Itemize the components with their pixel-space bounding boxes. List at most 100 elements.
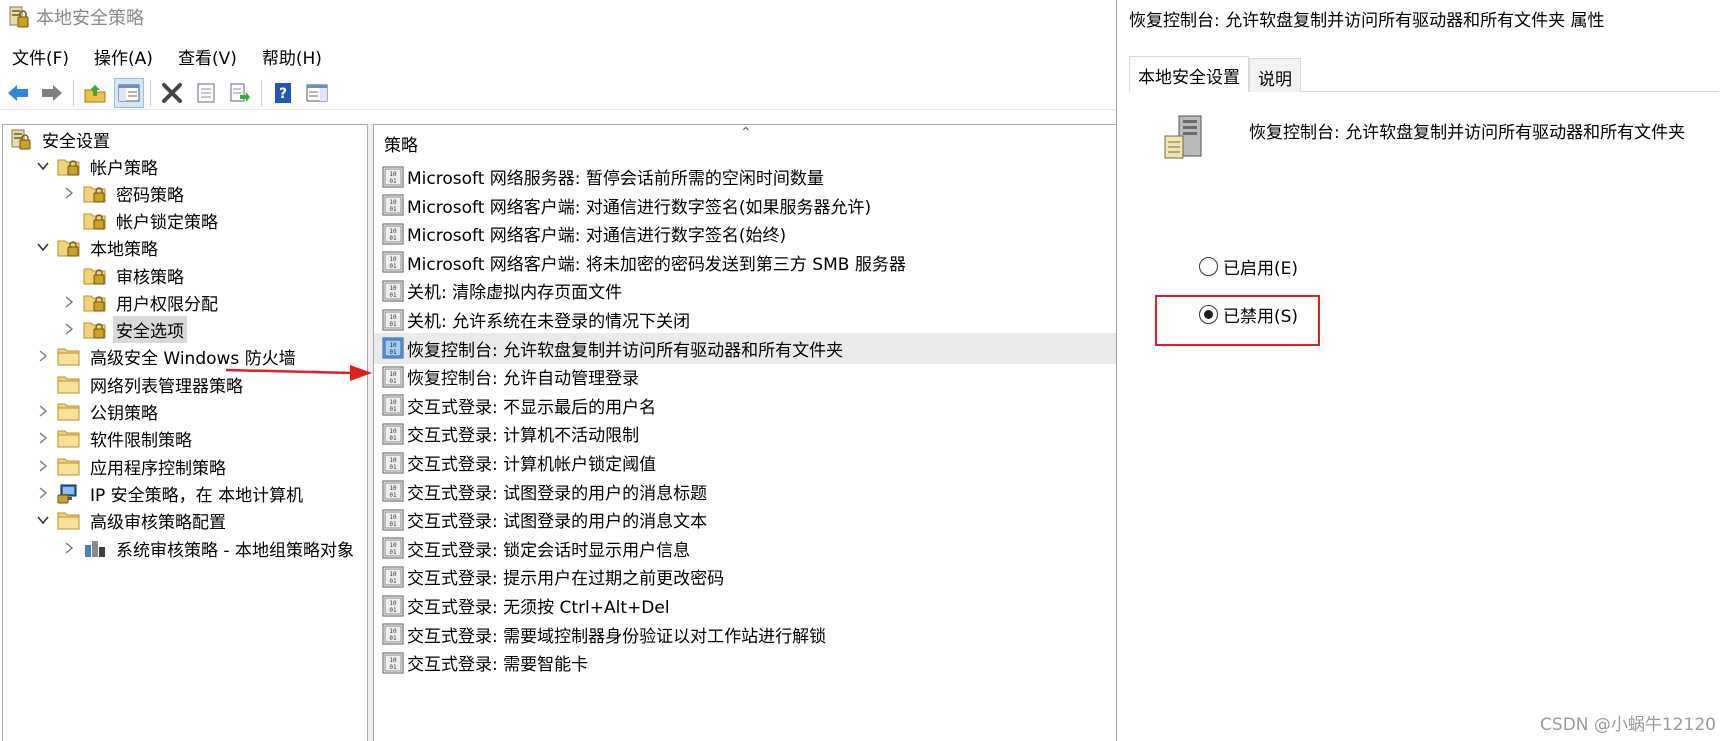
tree-item[interactable]: 本地策略 [35, 233, 161, 261]
policy-row[interactable]: 10 01 交互式登录: 计算机不活动限制 [374, 418, 1117, 449]
help-button[interactable]: ? [268, 78, 298, 108]
policy-row[interactable]: 10 01 Microsoft 网络客户端: 对通信进行数字签名(始终) [374, 218, 1117, 249]
svg-text:10: 10 [389, 285, 397, 292]
policy-row-label: Microsoft 网络客户端: 将未加密的密码发送到第三方 SMB 服务器 [407, 254, 906, 275]
tree-item[interactable]: 帐户策略 [35, 152, 161, 180]
policy-row[interactable]: 10 01 关机: 清除虚拟内存页面文件 [374, 275, 1117, 306]
menu-file[interactable]: 文件(F) [4, 42, 77, 71]
policy-list[interactable]: 策略 ⌃ 10 01 Microsoft 网络服务器: 暂停会话前所需的空闲时间数量… [373, 124, 1117, 741]
security-option-icon: 1001 [382, 623, 404, 645]
enabled-radio[interactable] [1199, 257, 1218, 276]
policy-row[interactable]: 10 01 交互式登录: 需要智能卡 [374, 647, 1117, 678]
security-option-icon: 1001 [382, 652, 404, 674]
tree-item[interactable]: 应用程序控制策略 [35, 452, 229, 480]
console-tree[interactable]: 安全设置 帐户策略密码策略 帐户锁定策略 本地策略审核策略 用户权限分配 安全选项 高级安全… [2, 124, 368, 741]
svg-text:10: 10 [389, 342, 397, 349]
policy-row-label: 交互式登录: 计算机帐户锁定阈值 [407, 455, 657, 475]
svg-text:01: 01 [389, 206, 397, 213]
menu-view[interactable]: 查看(V) [170, 42, 245, 71]
chevron-right-icon[interactable] [61, 185, 77, 201]
svg-text:10: 10 [389, 228, 397, 235]
back-icon [8, 84, 28, 101]
tree-item[interactable]: 网络列表管理器策略 [35, 370, 246, 398]
tree-item-label: 软件限制策略 [90, 430, 192, 451]
policy-row[interactable]: 10 01 恢复控制台: 允许软盘复制并访问所有驱动器和所有文件夹 [374, 332, 1117, 364]
enabled-radio-option[interactable]: 已启用(E) [1199, 254, 1298, 279]
export-list-button[interactable] [225, 78, 255, 108]
menu-help[interactable]: 帮助(H) [254, 42, 330, 71]
svg-text:01: 01 [389, 378, 397, 385]
tab-explain[interactable]: 说明 [1249, 58, 1301, 92]
policy-row[interactable]: 10 01 交互式登录: 无须按 Ctrl+Alt+Del [374, 590, 1117, 621]
tree-item[interactable]: 系统审核策略 - 本地组策略对象 [61, 534, 357, 562]
chevron-right-icon[interactable] [61, 294, 77, 310]
svg-text:01: 01 [389, 178, 397, 185]
tree-item[interactable]: 安全设置 [9, 125, 113, 153]
tree-item[interactable]: 帐户锁定策略 [61, 206, 221, 234]
tree-item[interactable]: 用户权限分配 [61, 288, 221, 316]
policy-row-label: Microsoft 网络客户端: 对通信进行数字签名(始终) [407, 226, 787, 247]
chevron-right-icon[interactable] [61, 540, 77, 556]
chevron-right-icon[interactable] [35, 458, 51, 474]
policy-row[interactable]: 10 01 关机: 允许系统在未登录的情况下关闭 [374, 304, 1117, 335]
chevron-down-icon[interactable] [35, 158, 51, 174]
forward-button[interactable] [37, 78, 67, 108]
policy-row[interactable]: 10 01 交互式登录: 试图登录的用户的消息标题 [374, 476, 1117, 507]
tree-item[interactable]: 安全选项 [61, 315, 187, 343]
svg-text:01: 01 [389, 321, 397, 328]
tree-item-label: 审核策略 [116, 267, 184, 288]
title-bar: 本地安全策略 [0, 0, 1117, 34]
menu-action[interactable]: 操作(A) [86, 42, 161, 71]
up-one-level-button[interactable] [80, 78, 110, 108]
chevron-down-icon[interactable] [35, 512, 51, 528]
policy-row[interactable]: 10 01 Microsoft 网络服务器: 暂停会话前所需的空闲时间数量 [374, 161, 1117, 192]
chevron-down-icon[interactable] [35, 239, 51, 255]
policy-row[interactable]: 10 01 Microsoft 网络客户端: 将未加密的密码发送到第三方 SMB 服… [374, 247, 1117, 278]
policy-row[interactable]: 10 01 交互式登录: 计算机帐户锁定阈值 [374, 447, 1117, 478]
policy-row[interactable]: 10 01 交互式登录: 需要域控制器身份验证以对工作站进行解锁 [374, 619, 1117, 650]
security-option-icon: 1001 [382, 194, 404, 216]
policy-row[interactable]: 10 01 交互式登录: 不显示最后的用户名 [374, 390, 1117, 421]
folder-lock-icon [83, 186, 106, 203]
show-action-pane-button[interactable] [302, 78, 332, 108]
back-button[interactable] [3, 78, 33, 108]
chevron-right-icon[interactable] [35, 403, 51, 419]
sort-ascending-icon: ⌃ [740, 125, 752, 141]
policy-row[interactable]: 10 01 恢复控制台: 允许自动管理登录 [374, 361, 1117, 392]
window-title: 本地安全策略 [36, 8, 144, 29]
dialog-title: 恢复控制台: 允许软盘复制并访问所有驱动器和所有文件夹 属性 [1129, 11, 1605, 31]
tree-item-label: 密码策略 [116, 185, 184, 206]
security-option-icon: 1001 [382, 595, 404, 616]
tree-item[interactable]: 高级安全 Windows 防火墙 [35, 342, 299, 370]
tree-item[interactable]: 密码策略 [61, 179, 187, 207]
annotation-highlight-box [1155, 295, 1320, 346]
tree-item-label: IP 安全策略，在 本地计算机 [90, 485, 304, 506]
security-option-icon: 1001 [382, 337, 404, 359]
chevron-right-icon[interactable] [35, 348, 51, 364]
tab-local-security-setting[interactable]: 本地安全设置 [1129, 56, 1249, 93]
policy-row[interactable]: 10 01 交互式登录: 试图登录的用户的消息文本 [374, 504, 1117, 535]
policy-row[interactable]: 10 01 交互式登录: 锁定会话时显示用户信息 [374, 533, 1117, 564]
properties-button[interactable] [191, 78, 221, 108]
tree-item[interactable]: 公钥策略 [35, 397, 161, 425]
chevron-right-icon[interactable] [35, 430, 51, 446]
tree-item[interactable]: IP 安全策略，在 本地计算机 [35, 479, 306, 507]
tree-item[interactable]: 高级审核策略配置 [35, 506, 229, 534]
svg-text:10: 10 [389, 457, 397, 464]
chevron-right-icon[interactable] [35, 485, 51, 501]
column-header-policy[interactable]: 策略 ⌃ [374, 125, 1117, 161]
tree-item[interactable]: 审核策略 [61, 261, 187, 289]
delete-button[interactable] [157, 78, 187, 108]
policy-row[interactable]: 10 01 Microsoft 网络客户端: 对通信进行数字签名(如果服务器允许) [374, 190, 1117, 221]
forward-icon [42, 84, 62, 101]
tree-item[interactable]: 软件限制策略 [35, 424, 195, 452]
policy-row-label: 交互式登录: 试图登录的用户的消息标题 [407, 483, 708, 504]
show-hide-tree-button[interactable] [114, 77, 144, 108]
security-policy-app-icon [9, 6, 29, 28]
chevron-right-icon[interactable] [61, 321, 77, 337]
security-option-icon: 1001 [382, 223, 404, 245]
policy-row[interactable]: 10 01 交互式登录: 提示用户在过期之前更改密码 [374, 561, 1117, 592]
svg-text:01: 01 [389, 235, 397, 242]
svg-text:10: 10 [389, 600, 397, 607]
